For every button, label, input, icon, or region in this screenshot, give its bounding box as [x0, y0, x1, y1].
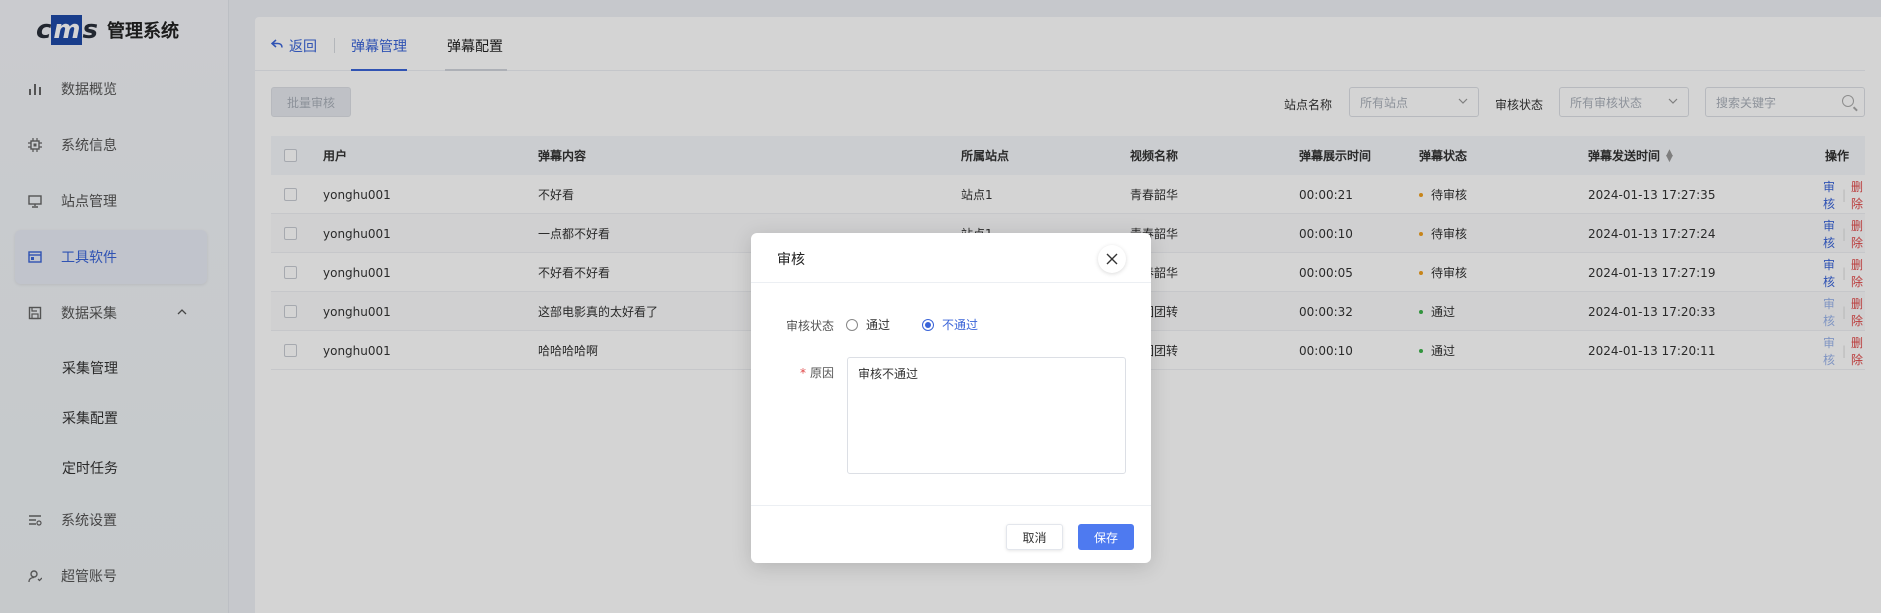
audit-status-label: 审核状态 — [786, 319, 835, 333]
radio-reject[interactable]: 不通过 — [922, 316, 978, 333]
close-icon[interactable] — [1098, 245, 1126, 273]
reason-textarea[interactable]: 审核不通过 — [847, 357, 1126, 474]
radio-pass[interactable]: 通过 — [846, 316, 890, 333]
radio-circle — [846, 318, 858, 331]
dialog-title: 审核 — [777, 252, 805, 268]
reason-label: * 原因 — [800, 364, 834, 381]
radio-circle — [922, 318, 934, 331]
save-button[interactable]: 保存 — [1078, 524, 1134, 550]
reason-label-text: 原因 — [810, 366, 835, 380]
cancel-button[interactable]: 取消 — [1006, 524, 1063, 550]
dialog-footer-divider — [751, 505, 1151, 506]
required-mark: * — [800, 366, 806, 380]
radio-label: 不通过 — [942, 318, 979, 332]
dialog-divider — [751, 282, 1151, 283]
radio-label: 通过 — [866, 318, 891, 332]
audit-dialog: 审核 审核状态 通过 不通过 * 原因 审核不通过 取消 保存 — [751, 233, 1151, 563]
